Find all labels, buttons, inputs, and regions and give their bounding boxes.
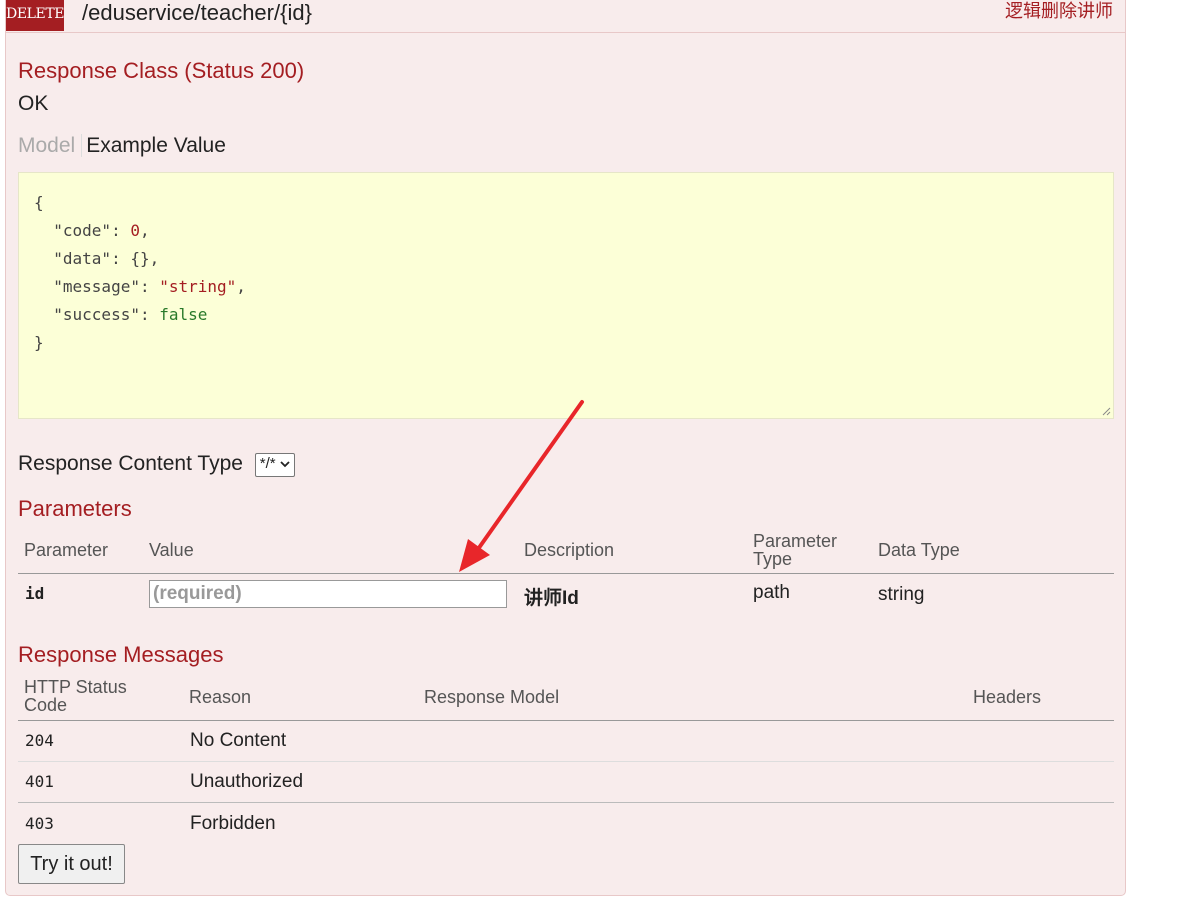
chevron-down-icon <box>280 461 290 468</box>
resize-handle-icon[interactable] <box>1102 407 1111 416</box>
json-line: "code": 0, <box>53 221 150 240</box>
param-header-description: Description <box>524 540 615 560</box>
resp-reason: No Content <box>190 730 287 751</box>
json-line: "data": {}, <box>53 249 160 268</box>
resp-header-response-model: Response Model <box>424 687 560 707</box>
param-header-divider <box>18 573 1114 574</box>
try-it-out-button[interactable]: Try it out! <box>18 844 125 884</box>
resp-code: 204 <box>25 731 54 750</box>
param-header-value: Value <box>149 540 194 560</box>
param-type: path <box>753 582 790 603</box>
operation-summary[interactable]: 逻辑删除讲师 <box>1005 0 1113 24</box>
param-header-parameter: Parameter <box>24 540 109 560</box>
operation-panel: DELETE /eduservice/teacher/{id} 逻辑删除讲师 R… <box>5 0 1126 896</box>
resp-header-headers: Headers <box>973 687 1042 707</box>
resp-reason: Forbidden <box>190 813 276 834</box>
param-data-type: string <box>878 584 925 605</box>
json-line: } <box>34 333 44 352</box>
operation-heading[interactable]: DELETE /eduservice/teacher/{id} 逻辑删除讲师 <box>6 0 1125 33</box>
content-type-select[interactable]: */* <box>254 453 295 477</box>
param-description: 讲师Id <box>524 588 579 609</box>
param-name: id <box>25 584 45 603</box>
param-header-parameter-type: Parameter Type <box>753 531 838 569</box>
param-header-data-type: Data Type <box>878 540 960 560</box>
response-messages-title: Response Messages <box>18 642 224 667</box>
resp-header-status-code: HTTP Status Code <box>24 677 127 715</box>
resp-code: 403 <box>25 814 54 833</box>
json-line: "success": false <box>53 305 208 324</box>
endpoint-path[interactable]: /eduservice/teacher/{id} <box>82 0 312 26</box>
response-content-type-row: Response Content Type */* <box>18 452 295 477</box>
tab-example-value[interactable]: Example Value <box>82 134 226 157</box>
example-value-box[interactable]: { "code": 0, "data": {}, "message": "str… <box>18 172 1114 419</box>
response-content-type-label: Response Content Type <box>18 452 243 475</box>
json-line: "message": "string", <box>53 277 246 296</box>
row-divider <box>18 761 1114 762</box>
resp-reason: Unauthorized <box>190 771 304 792</box>
id-value-input[interactable] <box>149 580 507 608</box>
response-status-text: OK <box>18 92 49 115</box>
response-class-title: Response Class (Status 200) <box>18 58 305 83</box>
content-type-selected: */* <box>259 455 276 472</box>
resp-header-divider <box>18 720 1114 721</box>
model-tabs: Model Example Value <box>18 134 226 158</box>
resp-code: 401 <box>25 772 54 791</box>
row-divider <box>18 802 1114 803</box>
parameters-title: Parameters <box>18 496 132 521</box>
resp-header-reason: Reason <box>189 687 252 707</box>
json-line: { <box>34 193 44 212</box>
tab-model[interactable]: Model <box>18 134 83 157</box>
http-method-badge[interactable]: DELETE <box>6 0 65 31</box>
